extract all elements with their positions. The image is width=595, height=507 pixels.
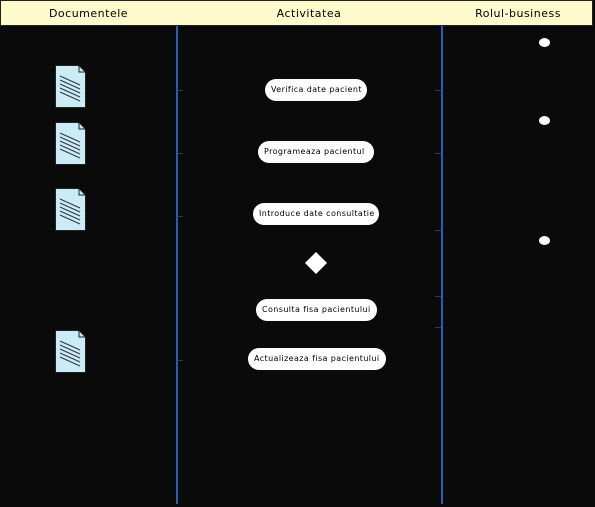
- activity-update-patient-file[interactable]: Actualizeaza fisa pacientului: [248, 348, 386, 370]
- lane-title-documents: Documentele: [48, 7, 129, 20]
- document-icon[interactable]: [55, 65, 86, 108]
- document-icon[interactable]: [55, 188, 86, 231]
- activity-verify-patient-data[interactable]: Verifica date pacient: [265, 79, 367, 101]
- lane-tick: [435, 327, 441, 328]
- business-role-marker[interactable]: [539, 116, 550, 125]
- lane-separator-activity-role: [441, 26, 443, 504]
- lane-tick: [435, 296, 441, 297]
- lane-tick: [177, 360, 183, 361]
- lane-tick: [435, 153, 441, 154]
- lane-tick: [435, 90, 441, 91]
- lane-tick: [177, 216, 183, 217]
- lane-tick: [435, 230, 441, 231]
- document-icon[interactable]: [55, 122, 86, 165]
- activity-schedule-patient[interactable]: Programeaza pacientul: [258, 141, 374, 163]
- business-role-marker[interactable]: [539, 38, 550, 47]
- lane-tick: [177, 153, 183, 154]
- lane-separator-documents-activity: [176, 26, 178, 504]
- activity-enter-consultation-data[interactable]: Introduce date consultatie: [253, 203, 379, 225]
- swimlane-header: Documentele Activitatea Rolul-business: [0, 0, 593, 26]
- business-role-marker[interactable]: [539, 236, 550, 245]
- decision-node[interactable]: [305, 252, 327, 274]
- lane-title-business-role: Rolul-business: [475, 7, 561, 20]
- document-icon[interactable]: [55, 330, 86, 373]
- lane-title-activity: Activitatea: [276, 7, 342, 20]
- lane-tick: [177, 90, 183, 91]
- activity-consult-patient-file[interactable]: Consulta fisa pacientului: [256, 299, 377, 321]
